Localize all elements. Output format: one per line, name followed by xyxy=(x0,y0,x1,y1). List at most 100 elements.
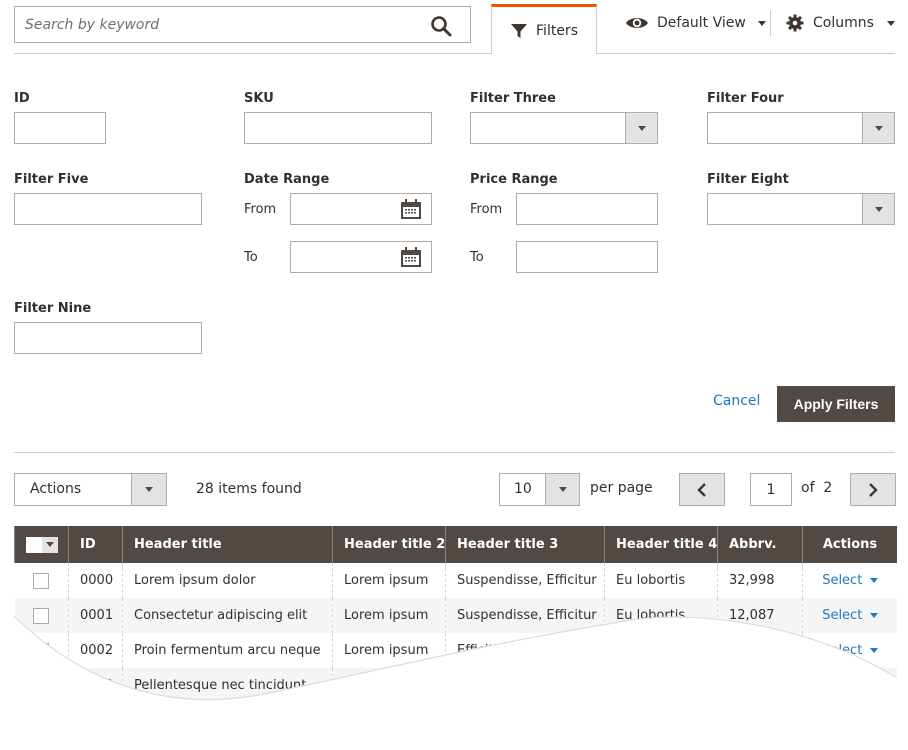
table-row: 0003 Pellentesque nec tincidunt Lorem ip… xyxy=(15,668,898,703)
mass-actions-select[interactable]: Actions xyxy=(14,473,167,506)
gear-icon xyxy=(786,14,804,32)
filter-nine-input[interactable] xyxy=(15,323,201,353)
cell-id: 0002 xyxy=(69,633,123,668)
cell-title-4: Eu lobortis xyxy=(605,598,718,633)
previous-page-button[interactable] xyxy=(679,473,725,506)
filter-nine-field xyxy=(14,322,202,354)
row-actions[interactable]: Select xyxy=(803,633,898,668)
price-from-input[interactable] xyxy=(517,194,657,224)
dropdown-toggle[interactable] xyxy=(131,474,166,505)
calendar-icon[interactable] xyxy=(400,199,422,220)
total-pages: 2 xyxy=(823,480,833,496)
row-actions[interactable]: Select xyxy=(803,598,898,633)
cell-id: 0001 xyxy=(69,598,123,633)
per-page-value: 10 xyxy=(514,481,532,497)
mass-select-control[interactable] xyxy=(26,537,58,553)
mass-select-dropdown[interactable] xyxy=(42,537,58,553)
cell-id: 0000 xyxy=(69,563,123,598)
cell-title: Pellentesque nec tincidunt xyxy=(123,668,333,703)
column-header-title-4[interactable]: Header title 4 xyxy=(605,526,718,563)
search-icon[interactable] xyxy=(430,15,452,37)
cell-title-2: Lorem ipsum xyxy=(333,563,446,598)
search-box xyxy=(14,6,471,43)
chevron-down-icon xyxy=(558,487,567,492)
row-checkbox[interactable] xyxy=(33,643,49,659)
columns-dropdown[interactable]: Columns xyxy=(786,10,895,36)
dropdown-toggle[interactable] xyxy=(862,194,894,224)
dropdown-toggle[interactable] xyxy=(862,113,894,143)
chevron-down-icon xyxy=(870,648,878,653)
cell-title-4: Eu lobortis xyxy=(605,563,718,598)
cell-abbrv: 12,087 xyxy=(718,598,803,633)
date-from-field xyxy=(290,193,432,225)
mass-actions-label: Actions xyxy=(30,481,82,497)
dropdown-toggle[interactable] xyxy=(625,113,657,143)
table-row: 0000 Lorem ipsum dolor Lorem ipsum Suspe… xyxy=(15,563,898,598)
per-page-select[interactable]: 10 xyxy=(499,473,580,506)
filter-three-select[interactable] xyxy=(470,112,658,144)
page-number-input[interactable] xyxy=(751,474,791,505)
cell-title-3 xyxy=(446,668,605,703)
row-checkbox[interactable] xyxy=(33,608,49,624)
date-to-field xyxy=(290,241,432,273)
select-action-link[interactable]: Select xyxy=(822,608,862,623)
select-action-link[interactable]: Select xyxy=(822,573,862,588)
chevron-down-icon xyxy=(637,125,646,131)
cell-title-3: Suspendisse, Efficitur xyxy=(446,598,605,633)
id-filter-input[interactable] xyxy=(15,113,105,143)
cell-title-3: Efficitur xyxy=(446,633,605,668)
filter-funnel-icon xyxy=(511,23,528,38)
id-filter-label: ID xyxy=(14,91,30,106)
filters-tab[interactable]: Filters xyxy=(491,4,597,54)
filter-three-label: Filter Three xyxy=(470,91,556,106)
cell-abbrv xyxy=(718,633,803,668)
filter-nine-label: Filter Nine xyxy=(14,301,92,316)
price-to-field xyxy=(516,241,658,273)
cancel-button[interactable]: Cancel xyxy=(713,393,760,409)
columns-label: Columns xyxy=(813,15,874,31)
price-from-label: From xyxy=(470,202,503,217)
cell-title-3: Suspendisse, Efficitur xyxy=(446,563,605,598)
sku-filter-label: SKU xyxy=(244,91,274,106)
select-action-link[interactable]: Select xyxy=(822,643,862,658)
data-grid: ID Header title Header title 2 Header ti… xyxy=(14,526,897,736)
column-header-title[interactable]: Header title xyxy=(123,526,333,563)
dropdown-toggle[interactable] xyxy=(545,474,579,505)
per-page-label: per page xyxy=(590,480,653,496)
price-to-label: To xyxy=(470,250,484,265)
date-range-label: Date Range xyxy=(244,172,330,187)
page-total: of 2 xyxy=(801,480,832,496)
filters-tab-label: Filters xyxy=(536,22,578,39)
filter-four-label: Filter Four xyxy=(707,91,784,106)
filter-five-label: Filter Five xyxy=(14,172,89,187)
filter-five-input[interactable] xyxy=(15,194,201,224)
default-view-dropdown[interactable]: Default View xyxy=(625,10,766,36)
cell-title-2: Lorem ipsum xyxy=(333,633,446,668)
price-from-field xyxy=(516,193,658,225)
apply-filters-button[interactable]: Apply Filters xyxy=(777,386,895,422)
row-checkbox[interactable] xyxy=(33,678,49,694)
cell-title-4 xyxy=(605,633,718,668)
column-header-abbrv[interactable]: Abbrv. xyxy=(718,526,803,563)
chevron-left-icon xyxy=(697,482,706,497)
column-header-title-3[interactable]: Header title 3 xyxy=(446,526,605,563)
section-divider xyxy=(14,452,895,453)
select-all-checkbox[interactable] xyxy=(26,537,42,553)
column-header-title-2[interactable]: Header title 2 xyxy=(333,526,446,563)
chevron-down-icon xyxy=(870,613,878,618)
calendar-icon[interactable] xyxy=(400,247,422,268)
price-to-input[interactable] xyxy=(517,242,657,272)
page-number-field xyxy=(750,473,792,506)
row-checkbox[interactable] xyxy=(33,573,49,589)
filter-four-select[interactable] xyxy=(707,112,895,144)
cell-title-4 xyxy=(605,668,718,703)
mass-select-header[interactable] xyxy=(15,526,69,563)
chevron-down-icon xyxy=(757,20,766,26)
filter-eight-select[interactable] xyxy=(707,193,895,225)
column-header-id[interactable]: ID xyxy=(69,526,123,563)
row-actions[interactable]: Select xyxy=(803,563,898,598)
next-page-button[interactable] xyxy=(850,473,896,506)
sku-filter-input[interactable] xyxy=(245,113,431,143)
search-input[interactable] xyxy=(15,7,470,42)
column-header-actions: Actions xyxy=(803,526,898,563)
